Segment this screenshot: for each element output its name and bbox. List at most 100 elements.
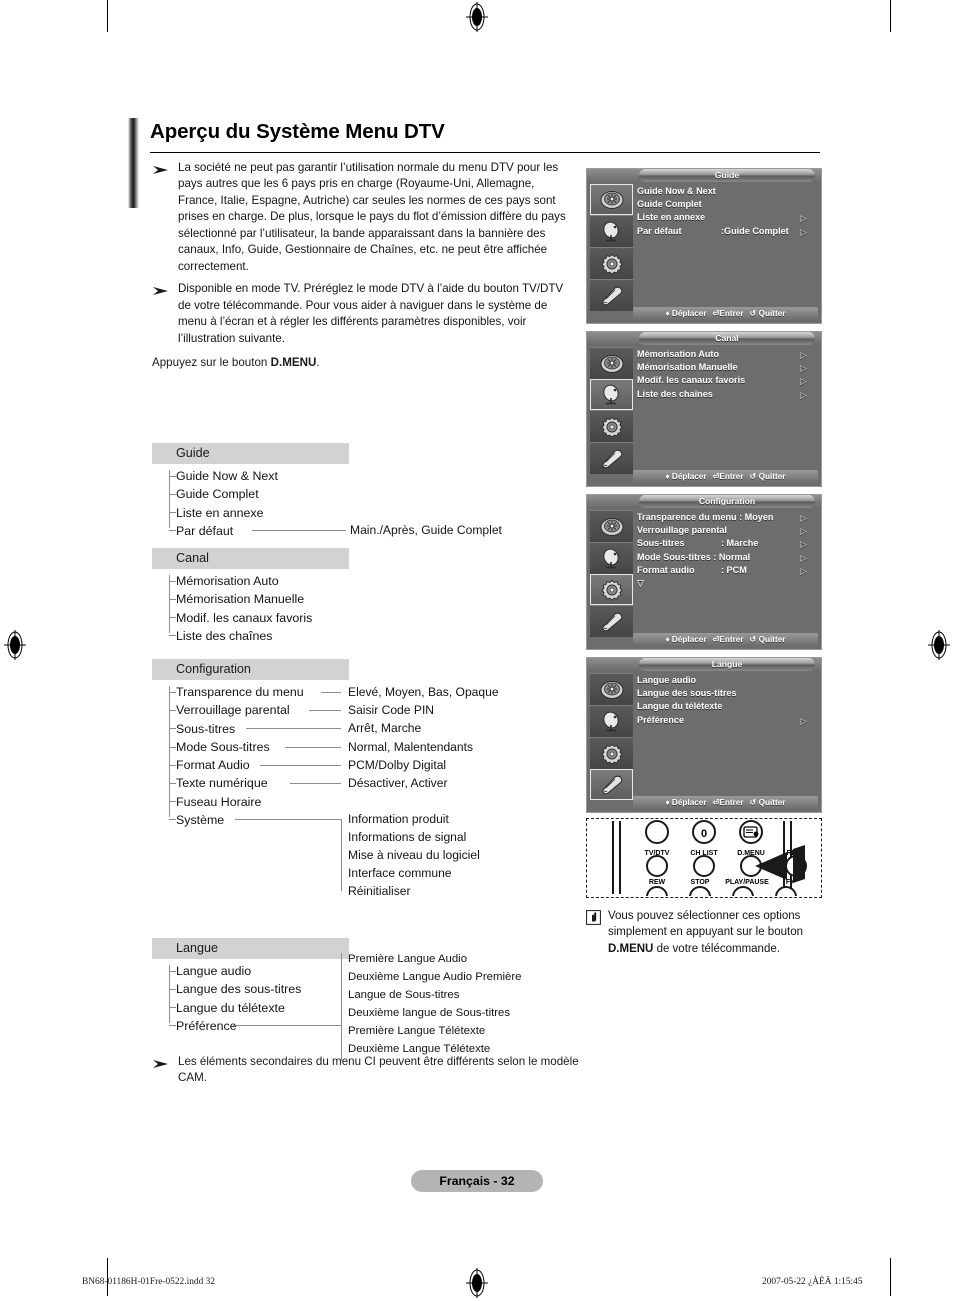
osd-menu-item-label: Langue audio (637, 675, 697, 685)
osd-menu-item-value: : Marche (721, 538, 759, 549)
tree-items-configuration: Transparence du menu Verrouillage parent… (152, 680, 572, 898)
tree-value: Arrêt, Marche (348, 721, 422, 735)
osd-title: Guide (639, 169, 815, 182)
guide-icon[interactable] (590, 673, 633, 705)
osd-menu-item-value: : PCM (721, 564, 747, 575)
tree-connector (309, 710, 341, 711)
osd-more-indicator: ▽ (637, 577, 817, 590)
osd-icon-rail (590, 184, 633, 311)
tree-item: Liste en annexe (176, 505, 264, 520)
hand-pointer-icon (586, 910, 601, 925)
satellite-dish-icon[interactable] (590, 379, 633, 410)
guide-icon[interactable] (590, 510, 633, 542)
osd-menu-item-label: Sous-titres (637, 538, 685, 549)
osd-menu-item[interactable]: Langue des sous-titres (637, 687, 817, 700)
osd-menu-item[interactable]: Préférence ▷ (637, 714, 817, 727)
gear-icon[interactable] (590, 247, 633, 279)
tree-heading-guide: Guide (152, 443, 349, 464)
osd-menu-item-label: Modif. les canaux favoris (637, 375, 746, 386)
guide-icon[interactable] (590, 347, 633, 379)
satellite-dish-icon[interactable] (590, 705, 633, 737)
osd-menu-item-value: :Guide Complet (721, 225, 789, 236)
tree-value: Saisir Code PIN (348, 703, 435, 717)
gear-icon[interactable] (590, 574, 633, 605)
tree-connector (260, 765, 341, 766)
tree-item: Modif. les canaux favoris (176, 610, 313, 625)
osd-menu-item[interactable]: Mode Sous-titres : Normal ▷ (637, 551, 817, 564)
press-prefix: Appuyez sur le bouton (152, 355, 271, 369)
osd-menu-item[interactable]: Sous-titres: Marche ▷ (637, 537, 817, 550)
tree-system-value: Interface commune (348, 866, 452, 880)
tree-connector (233, 1025, 341, 1026)
osd-menu-item[interactable]: Liste des chaînes ▷ (637, 388, 817, 401)
satellite-dish-icon[interactable] (590, 542, 633, 574)
osd-menu-item[interactable]: Modif. les canaux favoris ▷ (637, 374, 817, 387)
osd-icon-rail (590, 347, 633, 474)
menu-tree: Guide Guide Now & Next Guide Complet Lis… (152, 443, 572, 1078)
enter-key: ⏎Entrer (712, 472, 744, 481)
svg-text:STOP: STOP (691, 879, 710, 886)
move-key: ♦ Déplacer (665, 309, 707, 318)
guide-icon[interactable] (590, 184, 633, 215)
osd-menu-item[interactable]: Par défaut:Guide Complet ▷ (637, 225, 817, 238)
osd-menu-item[interactable]: Transparence du menu : Moyen ▷ (637, 511, 817, 524)
osd-menu-item[interactable]: Langue du télétexte (637, 700, 817, 713)
title-divider (150, 152, 820, 154)
osd-menu-item[interactable]: Mémorisation Manuelle ▷ (637, 361, 817, 374)
speech-icon[interactable] (590, 769, 633, 800)
tree-value: Langue de Sous-titres (348, 989, 460, 1001)
chevron-right-icon: ▷ (800, 715, 807, 726)
tree-value: PCM/Dolby Digital (348, 758, 447, 772)
svg-text:PLAY/PAUSE: PLAY/PAUSE (725, 879, 769, 886)
intro-section: La société ne peut pas garantir l’utilis… (152, 160, 572, 371)
tree-items-canal: Mémorisation Auto Mémorisation Manuelle … (152, 569, 572, 645)
tree-group-configuration: Configuration Transparence du menu Verro… (152, 659, 572, 898)
speech-icon[interactable] (590, 605, 633, 637)
tree-items-guide: Guide Now & Next Guide Complet Liste en … (152, 464, 572, 540)
page-header: Aperçu du Système Menu DTV (128, 118, 820, 208)
osd-menu-item[interactable]: Langue audio (637, 674, 817, 687)
svg-text:0: 0 (701, 828, 707, 840)
tree-system-value: Mise à niveau du logiciel (348, 848, 480, 862)
osd-panel-langue: Langue Langue audio Langue des sous-titres… (586, 657, 822, 813)
osd-menu-item-label: Préférence (637, 714, 685, 725)
footnote-text: Les éléments secondaires du menu CI peuv… (178, 1055, 579, 1085)
gear-icon[interactable] (590, 737, 633, 769)
tree-value: Main./Après, Guide Complet (350, 523, 502, 537)
osd-menu-item-label: Par défaut (637, 225, 682, 236)
osd-statusbar: ♦ Déplacer ⏎Entrer ↺ Quitter (633, 470, 818, 483)
note-bullet-2: Disponible en mode TV. Préréglez le mode… (152, 281, 572, 347)
osd-title: Configuration (639, 495, 815, 508)
tree-connector (235, 819, 341, 820)
tree-item: Mémorisation Auto (176, 574, 279, 588)
chevron-down-icon: ▽ (637, 577, 644, 588)
osd-menu-item[interactable]: Mémorisation Auto ▷ (637, 348, 817, 361)
tree-group-canal: Canal Mémorisation Auto Mémorisation Man… (152, 548, 572, 648)
footnote-cam: Les éléments secondaires du menu CI peuv… (152, 1054, 608, 1087)
gear-icon[interactable] (590, 410, 633, 442)
osd-menu-item[interactable]: Guide Now & Next (637, 185, 817, 198)
osd-icon-rail (590, 510, 633, 637)
satellite-dish-icon[interactable] (590, 215, 633, 247)
chevron-right-icon: ▷ (800, 389, 807, 400)
move-key: ♦ Déplacer (665, 798, 707, 807)
osd-menu-item[interactable]: Format audio: PCM ▷ (637, 564, 817, 577)
note-bullet-1: La société ne peut pas garantir l’utilis… (152, 160, 572, 275)
osd-statusbar: ♦ Déplacer ⏎Entrer ↺ Quitter (633, 307, 818, 320)
tree-group-guide: Guide Guide Now & Next Guide Complet Lis… (152, 443, 572, 540)
osd-menu-item[interactable]: Liste en annexe ▷ (637, 211, 817, 224)
dmenu-note-text: Vous pouvez sélectionner ces options sim… (608, 908, 836, 957)
tree-value: Première Langue Télétexte (348, 1025, 486, 1037)
note-prefix: Vous pouvez sélectionner ces options sim… (608, 910, 803, 939)
osd-menu-item[interactable]: Verrouillage parental ▷ (637, 524, 817, 537)
speech-icon[interactable] (590, 279, 633, 311)
speech-icon[interactable] (590, 442, 633, 474)
tree-value: Normal, Malentendants (348, 740, 474, 754)
osd-menu-item[interactable]: Guide Complet (637, 198, 817, 211)
osd-menu-item-label: Langue des sous-titres (637, 688, 737, 699)
osd-menu-item-label: Guide Complet (637, 199, 702, 210)
arrow-bullet-icon (152, 1057, 170, 1069)
osd-menu-rows: Langue audio Langue des sous-titres Langue… (637, 674, 817, 727)
tree-value: Première Langue Audio (348, 953, 468, 965)
footer-file-name: BN68-01186H-01Fre-0522.indd 32 (82, 1277, 215, 1287)
